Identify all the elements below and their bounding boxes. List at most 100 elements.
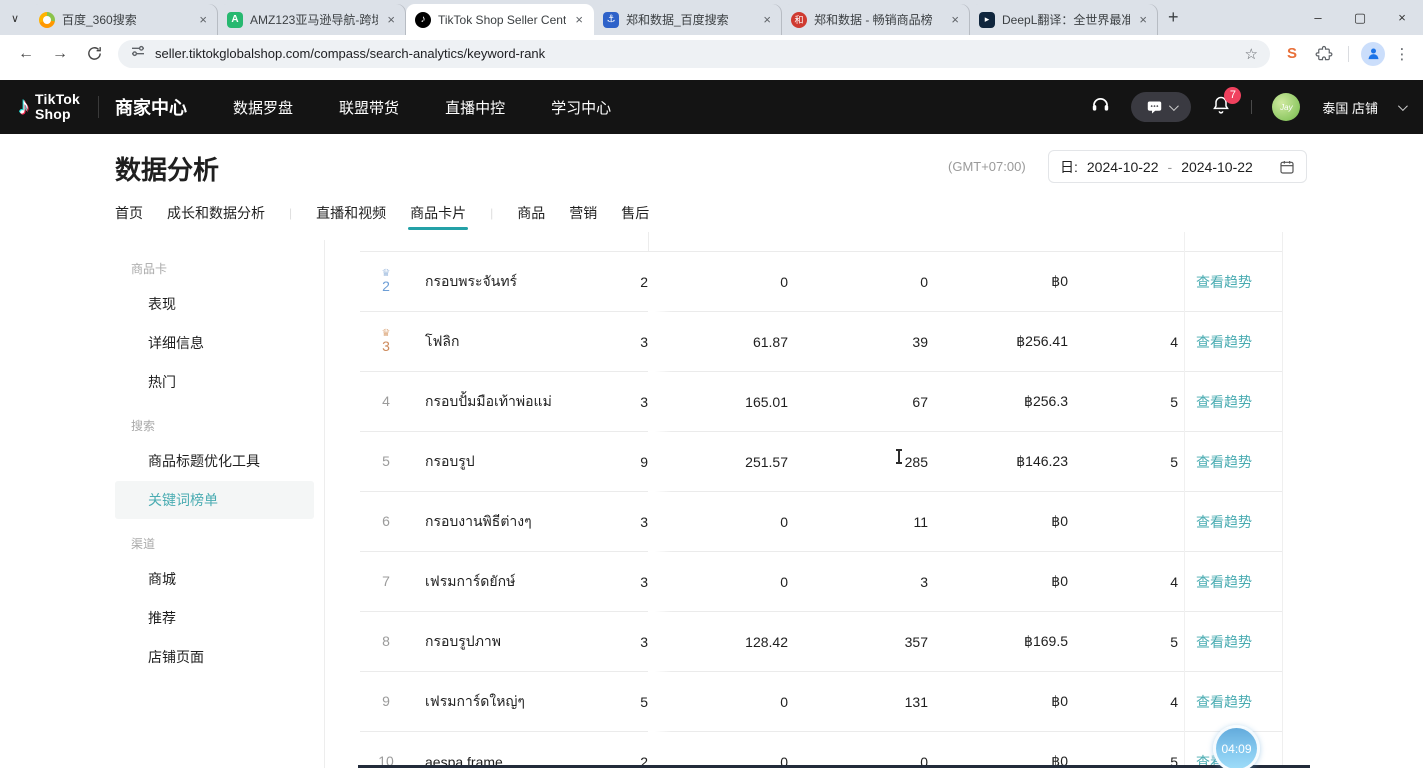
tab-title: TikTok Shop Seller Center: [438, 13, 566, 27]
maximize-window-icon[interactable]: ▢: [1339, 10, 1381, 26]
site-settings-icon[interactable]: [130, 43, 146, 64]
clipped-value-right: 5: [1068, 634, 1184, 650]
date-start[interactable]: 2024-10-22: [1087, 159, 1159, 175]
metric-cell: 11: [788, 514, 928, 530]
timer-bubble[interactable]: 04:09: [1213, 725, 1260, 768]
table-row: 4กรอบปั้มมือเท้าพ่อแม่3165.0167฿256.35查看…: [360, 372, 1282, 432]
address-bar[interactable]: seller.tiktokglobalshop.com/compass/sear…: [118, 40, 1270, 68]
view-trend-link[interactable]: 查看趋势: [1196, 634, 1252, 650]
browser-tab[interactable]: AAMZ123亚马逊导航-跨境×: [218, 4, 406, 35]
view-trend-link[interactable]: 查看趋势: [1196, 334, 1252, 350]
action-cell: 查看趋势: [1184, 272, 1282, 292]
sidebar-item-表现[interactable]: 表现: [115, 285, 324, 323]
browser-tab[interactable]: 和郑和数据 - 畅销商品榜×: [782, 4, 970, 35]
table-row: 8กรอบรูปภาพ3128.42357฿169.55查看趋势: [360, 612, 1282, 672]
view-trend-link[interactable]: 查看趋势: [1196, 274, 1252, 290]
browser-tab[interactable]: ⚓郑和数据_百度搜索×: [594, 4, 782, 35]
date-end[interactable]: 2024-10-22: [1181, 159, 1253, 175]
view-trend-link[interactable]: 查看趋势: [1196, 514, 1252, 530]
metric-cell: 357: [788, 634, 928, 650]
new-tab-button[interactable]: +: [1168, 7, 1179, 28]
rank-cell: 9: [360, 694, 412, 709]
metric-cell: 0: [648, 274, 788, 290]
sidebar-item-推荐[interactable]: 推荐: [115, 599, 324, 637]
rank-number: 4: [382, 393, 390, 409]
keyword-cell: กรอบพระจันทร์: [412, 271, 648, 293]
store-name[interactable]: 泰国 店铺: [1322, 98, 1378, 117]
back-icon[interactable]: ←: [10, 46, 42, 62]
notifications-button[interactable]: 7: [1211, 95, 1231, 120]
reload-icon[interactable]: [78, 45, 110, 62]
close-window-icon[interactable]: ×: [1381, 10, 1423, 25]
metric-cell: 0: [648, 694, 788, 710]
metric-cell: 251.57: [648, 454, 788, 470]
tab-close-icon[interactable]: ×: [197, 12, 209, 27]
calendar-icon[interactable]: [1279, 159, 1295, 175]
view-trend-link[interactable]: 查看趋势: [1196, 694, 1252, 710]
browser-menu-icon[interactable]: ⋮: [1391, 45, 1413, 63]
bookmark-star-icon[interactable]: ☆: [1245, 45, 1258, 63]
logo-line1: TikTok: [35, 92, 80, 107]
amz-favicon-icon: A: [227, 12, 243, 28]
sidebar-section-渠道: 渠道: [131, 535, 324, 552]
store-chevron-icon[interactable]: [1398, 101, 1408, 111]
table-row: ♛2กรอบพระจันทร์200฿0查看趋势: [360, 252, 1282, 312]
sidebar-item-商城[interactable]: 商城: [115, 560, 324, 598]
tab-close-icon[interactable]: ×: [385, 12, 397, 27]
view-trend-link[interactable]: 查看趋势: [1196, 454, 1252, 470]
analytics-tabs: 首页成长和数据分析|直播和视频商品卡片|商品营销售后: [115, 201, 649, 225]
browser-tab[interactable]: 百度_360搜索 ×: [30, 4, 218, 35]
sidebar-item-热门[interactable]: 热门: [115, 363, 324, 401]
clipped-value-left: 5: [628, 694, 648, 710]
metric-cell: ฿256.3: [928, 393, 1068, 410]
tab-close-icon[interactable]: ×: [761, 12, 773, 27]
keyword-cell: กรอบงานพิธีต่างๆ: [412, 511, 648, 533]
browser-tab[interactable]: ▸DeepL翻译：全世界最准确×: [970, 4, 1158, 35]
view-trend-link[interactable]: 查看趋势: [1196, 574, 1252, 590]
tab-close-icon[interactable]: ×: [1137, 12, 1149, 27]
rank-cell: 8: [360, 634, 412, 649]
sidebar-item-详细信息[interactable]: 详细信息: [115, 324, 324, 362]
tab-close-icon[interactable]: ×: [949, 12, 961, 27]
browser-tab[interactable]: ♪TikTok Shop Seller Center×: [406, 4, 594, 35]
header-nav-联盟带货[interactable]: 联盟带货: [339, 97, 399, 118]
tiktok-shop-logo[interactable]: ♪ TikTok Shop: [18, 92, 80, 122]
view-trend-link[interactable]: 查看趋势: [1196, 394, 1252, 410]
metric-cell: 0: [648, 514, 788, 530]
tab-title: 百度_360搜索: [62, 11, 190, 28]
sidebar-item-店铺页面[interactable]: 店铺页面: [115, 638, 324, 676]
sidebar-item-商品标题优化工具[interactable]: 商品标题优化工具: [115, 442, 324, 480]
header-nav-学习中心[interactable]: 学习中心: [551, 97, 611, 118]
header-nav-数据罗盘[interactable]: 数据罗盘: [233, 97, 293, 118]
rank-cell: 6: [360, 514, 412, 529]
tab-list-chevron-icon[interactable]: ∨: [0, 12, 30, 35]
tab-直播和视频[interactable]: 直播和视频: [316, 203, 386, 223]
sidebar-item-关键词榜单[interactable]: 关键词榜单: [115, 481, 314, 519]
header-divider: [98, 96, 99, 118]
header-nav: 商家中心 数据罗盘 联盟带货 直播中控 学习中心: [115, 94, 611, 120]
page-title: 数据分析: [115, 150, 219, 187]
tab-营销[interactable]: 营销: [569, 203, 597, 223]
browser-profile-icon[interactable]: [1361, 42, 1385, 66]
tab-商品[interactable]: 商品: [517, 203, 545, 223]
support-headset-icon[interactable]: [1090, 94, 1111, 120]
header-nav-商家中心[interactable]: 商家中心: [115, 94, 187, 120]
rank-cell: 5: [360, 454, 412, 469]
minimize-window-icon[interactable]: –: [1297, 10, 1339, 25]
action-cell: 查看趋势: [1184, 632, 1282, 652]
messages-button[interactable]: [1131, 92, 1191, 122]
sidebar-section-搜索: 搜索: [131, 417, 324, 434]
tab-成长和数据分析[interactable]: 成长和数据分析: [167, 203, 265, 223]
tab-close-icon[interactable]: ×: [573, 12, 585, 27]
rank-number: 6: [382, 513, 390, 529]
store-avatar[interactable]: Jay: [1272, 93, 1300, 121]
extension-s-icon[interactable]: S: [1282, 44, 1302, 64]
url-text[interactable]: seller.tiktokglobalshop.com/compass/sear…: [155, 46, 1236, 61]
header-nav-直播中控[interactable]: 直播中控: [445, 97, 505, 118]
extensions-puzzle-icon[interactable]: [1308, 45, 1340, 63]
date-range-picker[interactable]: 日: 2024-10-22 - 2024-10-22: [1048, 150, 1307, 183]
tab-售后[interactable]: 售后: [621, 203, 649, 223]
tab-首页[interactable]: 首页: [115, 203, 143, 223]
forward-icon[interactable]: →: [44, 46, 76, 62]
tab-商品卡片[interactable]: 商品卡片: [410, 203, 466, 223]
